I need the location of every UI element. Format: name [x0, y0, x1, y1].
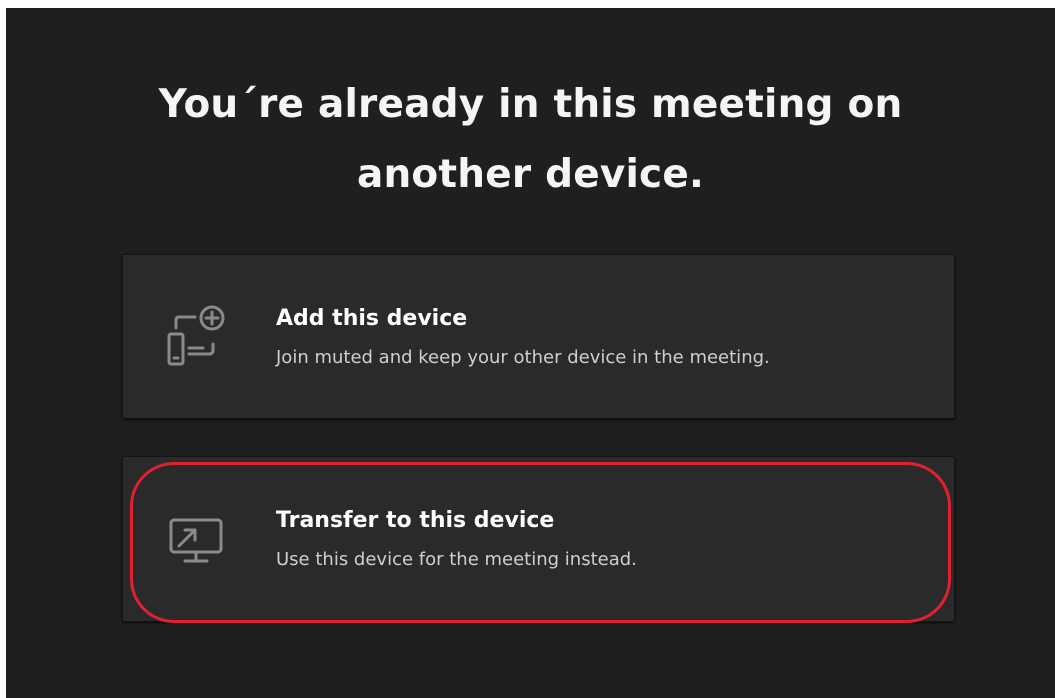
add-this-device-label: Add this device	[276, 305, 468, 331]
add-this-device-option[interactable]: Add this device Join muted and keep your…	[122, 254, 955, 419]
meeting-conflict-dialog: You´re already in this meeting on anothe…	[6, 8, 1055, 698]
transfer-to-this-device-option[interactable]: Transfer to this device Use this device …	[122, 456, 955, 622]
dialog-title: You´re already in this meeting on anothe…	[6, 70, 1055, 210]
dialog-title-line-2: another device.	[356, 152, 705, 197]
dialog-title-line-1: You´re already in this meeting on	[158, 82, 903, 127]
add-device-icon	[163, 304, 229, 370]
transfer-to-this-device-description: Use this device for the meeting instead.	[276, 549, 637, 570]
add-this-device-description: Join muted and keep your other device in…	[276, 346, 770, 368]
transfer-to-this-device-label: Transfer to this device	[276, 508, 555, 533]
transfer-device-icon	[163, 506, 229, 572]
